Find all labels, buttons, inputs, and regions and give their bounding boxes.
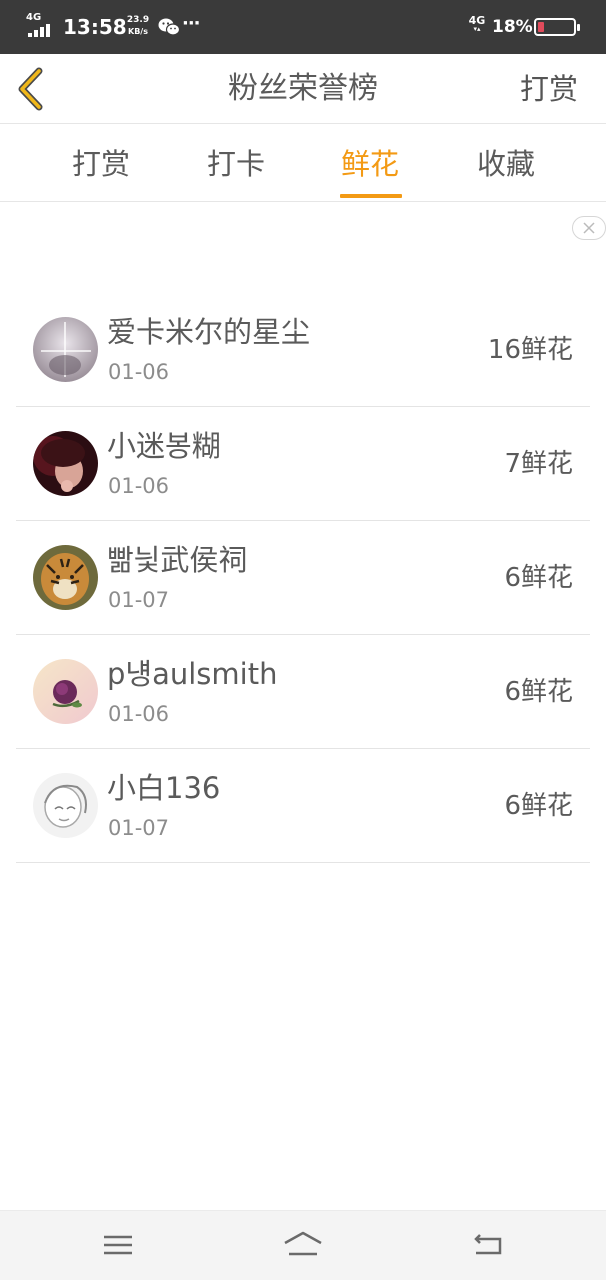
status-bar: 4G 13:58 23.9 KB/s ··· 4G ▾▴ 18% <box>0 0 606 54</box>
tab-label: 打赏 <box>71 147 130 181</box>
fan-name: 爱卡米尔的星尘 <box>107 315 311 349</box>
page-title: 粉丝荣誉榜 <box>228 71 378 106</box>
list-item[interactable]: 爱卡米尔的星尘 01-06 16鲜花 <box>16 293 590 407</box>
avatar <box>33 317 98 382</box>
avatar <box>33 773 98 838</box>
back-arrow-icon[interactable] <box>466 1225 510 1265</box>
network-type: 4G <box>26 12 42 23</box>
tab-flowers[interactable]: 鲜花 <box>310 125 430 202</box>
active-tab-indicator <box>340 194 402 198</box>
reward-button[interactable]: 打赏 <box>520 54 578 124</box>
fan-date: 01-07 <box>108 816 170 840</box>
mobile-data-icon: 4G ▾▴ <box>468 14 486 33</box>
fan-ranking-list: 爱卡米尔的星尘 01-06 16鲜花 小迷봉糊 01-06 7鲜花 빪닃武侯祠 … <box>16 293 590 863</box>
ad-close-button[interactable] <box>572 216 606 240</box>
list-item[interactable]: 小白136 01-07 6鲜花 <box>16 749 590 863</box>
fan-name: 小迷봉糊 <box>107 429 221 463</box>
flower-count: 7鲜花 <box>504 449 573 479</box>
network-speed: 23.9 KB/s <box>125 15 151 37</box>
avatar <box>33 431 98 496</box>
fan-name: 빪닃武侯祠 <box>107 543 248 577</box>
avatar <box>33 545 98 610</box>
tab-label: 打卡 <box>206 147 265 181</box>
signal-icon: 4G <box>26 13 56 39</box>
flower-count: 6鲜花 <box>504 677 573 707</box>
fan-date: 01-06 <box>108 702 170 726</box>
header: 粉丝荣誉榜 打赏 <box>0 54 606 124</box>
tab-bar: 打赏 打卡 鲜花 收藏 <box>0 125 606 202</box>
close-icon <box>583 222 595 234</box>
tab-label: 收藏 <box>476 147 535 181</box>
flower-count: 6鲜花 <box>504 791 573 821</box>
flower-count: 16鲜花 <box>487 335 573 365</box>
menu-icon[interactable] <box>96 1225 140 1265</box>
speed-unit: KB/s <box>128 27 148 36</box>
fan-date: 01-07 <box>108 588 170 612</box>
status-time: 13:58 <box>63 15 127 39</box>
tab-checkin[interactable]: 打卡 <box>176 125 296 202</box>
fan-date: 01-06 <box>108 360 170 384</box>
system-navigation-bar <box>0 1210 606 1280</box>
list-item[interactable]: 빪닃武侯祠 01-07 6鲜花 <box>16 521 590 635</box>
fan-date: 01-06 <box>108 474 170 498</box>
fan-name: p넁aulsmith <box>107 657 278 691</box>
more-notifications: ··· <box>182 13 200 34</box>
speed-value: 23.9 <box>126 15 150 25</box>
battery-percent: 18% <box>492 17 533 37</box>
avatar <box>33 659 98 724</box>
back-button[interactable] <box>10 64 60 114</box>
fan-name: 小白136 <box>107 771 221 805</box>
wechat-icon <box>158 18 180 36</box>
list-item[interactable]: p넁aulsmith 01-06 6鲜花 <box>16 635 590 749</box>
list-item[interactable]: 小迷봉糊 01-06 7鲜花 <box>16 407 590 521</box>
tab-reward[interactable]: 打赏 <box>41 125 161 202</box>
flower-count: 6鲜花 <box>504 563 573 593</box>
home-icon[interactable] <box>281 1225 325 1265</box>
tab-favorites[interactable]: 收藏 <box>446 125 566 202</box>
chevron-left-icon <box>18 67 43 111</box>
battery-icon <box>534 18 580 36</box>
tab-label: 鲜花 <box>340 147 399 181</box>
